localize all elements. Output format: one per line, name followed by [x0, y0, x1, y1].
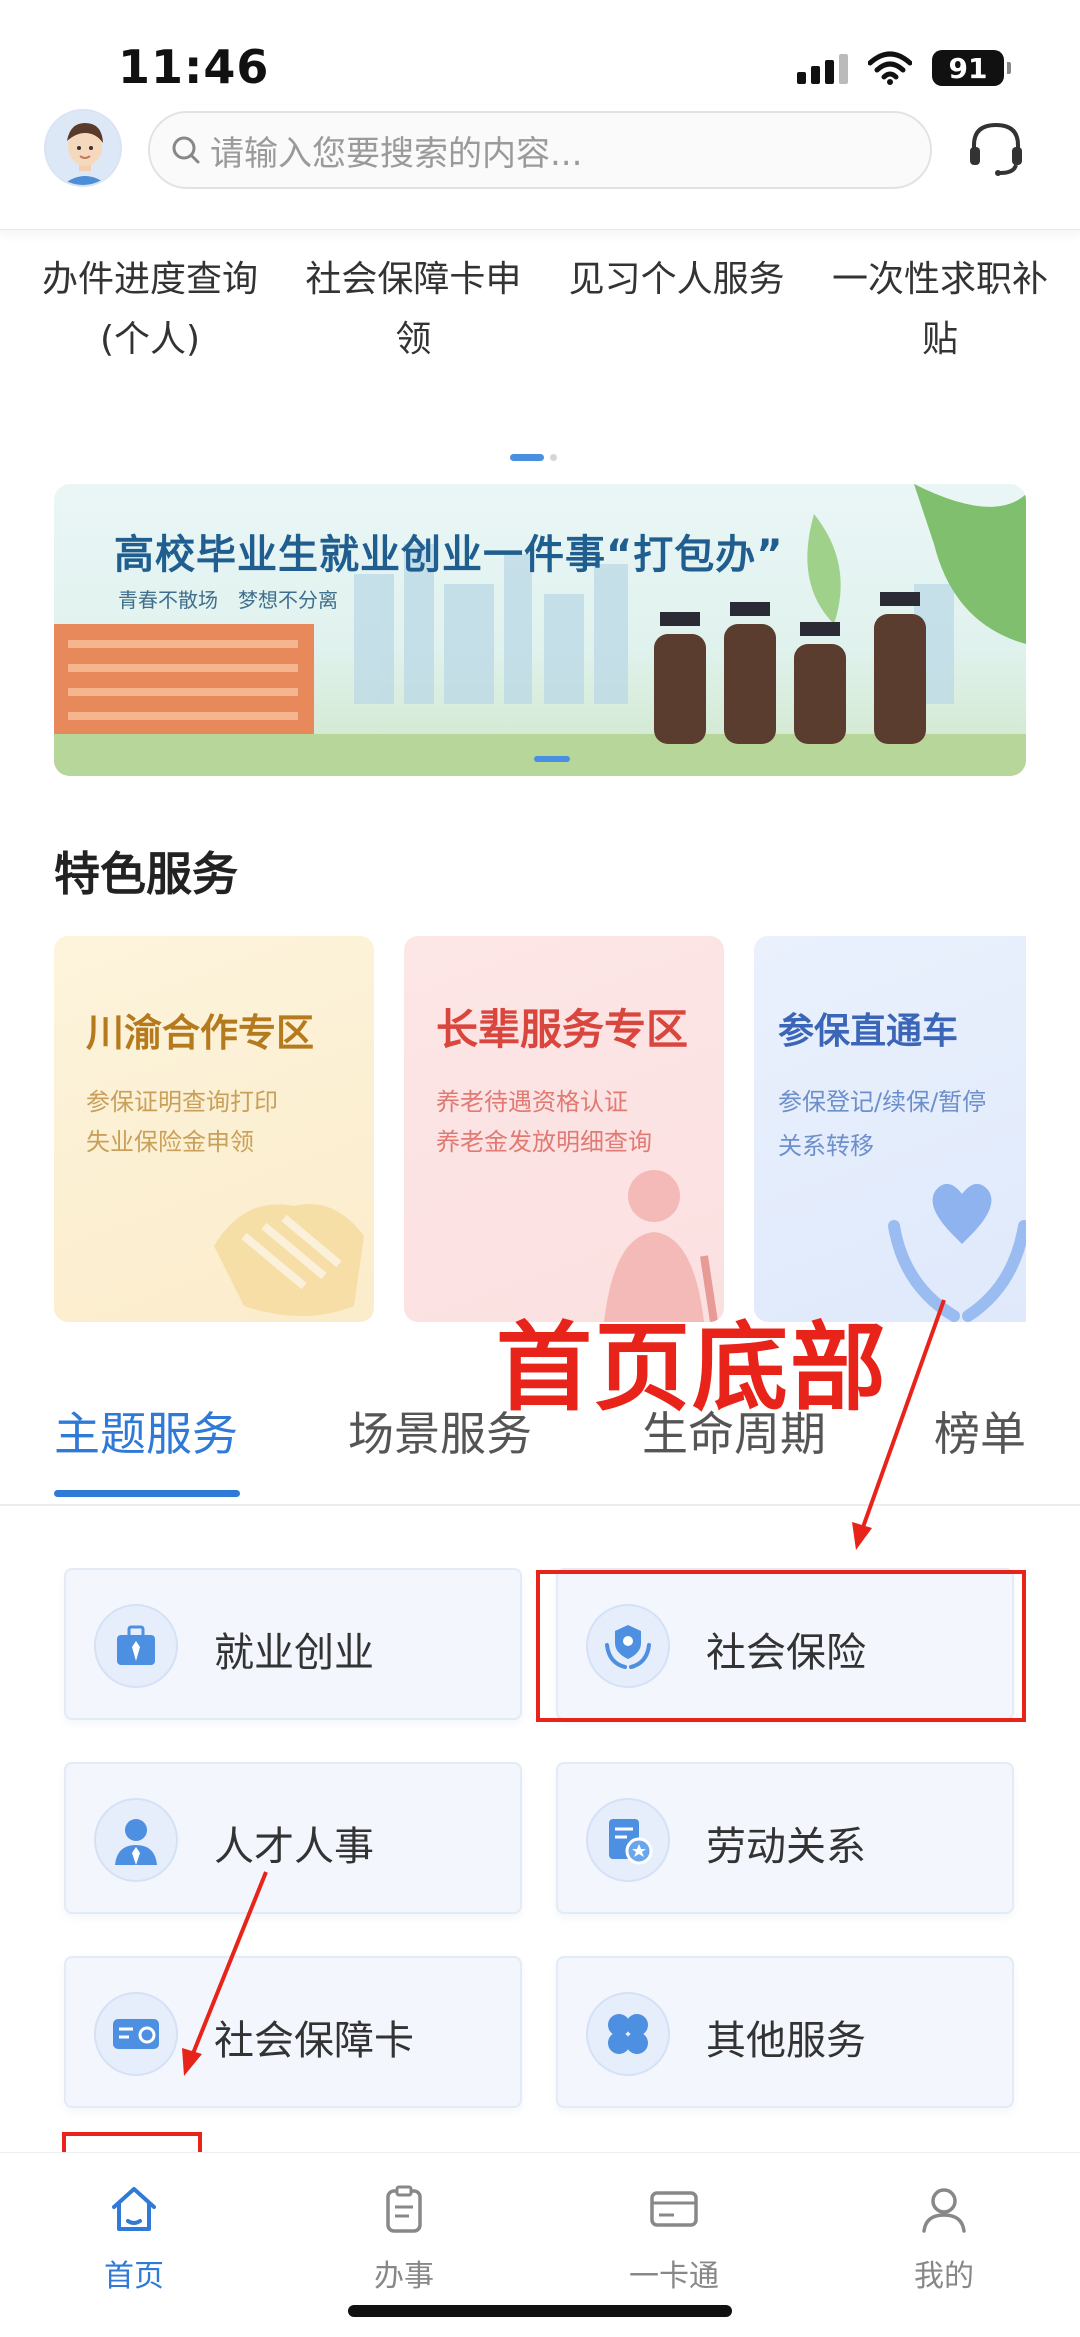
card-line: 关系转移 — [778, 1132, 874, 1160]
search-icon — [172, 136, 200, 164]
annotation-highlight-social-insurance — [536, 1570, 1026, 1722]
service-employment[interactable]: 就业创业 — [64, 1568, 522, 1720]
status-bar: 11:46 91 — [0, 0, 1080, 110]
quick-link-progress[interactable]: 办件进度查询(个人) — [40, 250, 260, 370]
nav-label: 我的 — [914, 2259, 974, 2294]
card-title: 川渝合作专区 — [86, 1011, 315, 1055]
clipboard-icon — [386, 2185, 422, 2233]
nav-label: 首页 — [104, 2259, 164, 2294]
home-indicator — [348, 2305, 732, 2317]
status-icons: 91 — [797, 50, 1011, 86]
quick-links-pager — [510, 454, 557, 461]
customer-service-icon[interactable] — [964, 115, 1028, 179]
nav-mine[interactable]: 我的 — [864, 2181, 1024, 2295]
person-tie-icon — [94, 1798, 178, 1882]
promo-banner[interactable]: 高校毕业生就业创业一件事“打包办” 青春不散场 梦想不分离 — [54, 484, 1026, 776]
featured-card-insurance-express[interactable]: 参保直通车 参保登记/续保/暂停 关系转移 — [754, 936, 1026, 1322]
person-icon — [922, 2188, 966, 2233]
clover-icon — [586, 1992, 670, 2076]
banner-title: 高校毕业生就业创业一件事“打包办” — [114, 532, 784, 578]
tab-theme-services[interactable]: 主题服务 — [54, 1398, 238, 1464]
status-time: 11:46 — [118, 40, 270, 94]
banner-subtitle: 青春不散场 梦想不分离 — [118, 588, 338, 612]
quick-link-job-subsidy[interactable]: 一次性求职补贴 — [830, 250, 1050, 370]
divider — [0, 1504, 1080, 1506]
card-line: 失业保险金申领 — [86, 1128, 254, 1156]
header: 请输入您要搜索的内容... — [0, 105, 1080, 230]
service-label: 人才人事 — [214, 1824, 374, 1870]
card-icon — [94, 1992, 178, 2076]
quick-link-internship[interactable]: 见习个人服务 — [567, 250, 787, 370]
service-other[interactable]: 其他服务 — [556, 1956, 1014, 2108]
quick-links: 办件进度查询(个人) 社会保障卡申领 见习个人服务 一次性求职补贴 — [40, 250, 1050, 370]
avatar[interactable] — [44, 109, 122, 187]
nav-services[interactable]: 办事 — [324, 2181, 484, 2295]
service-label: 其他服务 — [706, 2018, 866, 2064]
heart-hands-icon — [888, 1183, 1026, 1322]
search-input[interactable]: 请输入您要搜索的内容... — [148, 111, 932, 189]
battery-icon: 91 — [932, 50, 1011, 86]
card-title: 长辈服务专区 — [436, 1005, 689, 1054]
signal-icon — [797, 52, 848, 84]
card-title: 参保直通车 — [778, 1011, 959, 1052]
card-icon — [650, 2191, 698, 2227]
service-label: 社会保障卡 — [214, 2018, 414, 2064]
nav-home[interactable]: 首页 — [54, 2181, 214, 2295]
handshake-icon — [214, 1204, 364, 1316]
card-line: 参保证明查询打印 — [86, 1088, 278, 1116]
quick-link-social-card[interactable]: 社会保障卡申领 — [303, 250, 523, 370]
wifi-icon — [868, 51, 912, 85]
nav-label: 办事 — [374, 2259, 434, 2294]
nav-label: 一卡通 — [629, 2259, 719, 2294]
banner-pager — [534, 756, 570, 762]
service-labor-relations[interactable]: 劳动关系 — [556, 1762, 1014, 1914]
featured-card-chuanyu[interactable]: 川渝合作专区 参保证明查询打印 失业保险金申领 — [54, 936, 374, 1322]
document-badge-icon — [586, 1798, 670, 1882]
service-label: 就业创业 — [214, 1630, 374, 1676]
service-social-security-card[interactable]: 社会保障卡 — [64, 1956, 522, 2108]
featured-card-elderly[interactable]: 长辈服务专区 养老待遇资格认证 养老金发放明细查询 — [404, 936, 724, 1322]
service-tabs: 主题服务 场景服务 生命周期 榜单 — [54, 1398, 1080, 1508]
search-placeholder: 请输入您要搜索的内容... — [210, 133, 583, 174]
briefcase-icon — [94, 1604, 178, 1688]
card-line: 参保登记/续保/暂停 — [778, 1088, 987, 1116]
bottom-nav: 首页 办事 一卡通 我的 — [0, 2152, 1080, 2337]
tab-scene-services[interactable]: 场景服务 — [348, 1398, 532, 1464]
active-tab-indicator — [54, 1490, 240, 1497]
card-line: 养老待遇资格认证 — [436, 1088, 628, 1116]
featured-section-title: 特色服务 — [54, 847, 238, 901]
service-label: 劳动关系 — [706, 1824, 866, 1870]
home-icon — [112, 2187, 156, 2231]
tab-rankings[interactable]: 榜单 — [934, 1398, 1026, 1464]
service-talent[interactable]: 人才人事 — [64, 1762, 522, 1914]
nav-one-card[interactable]: 一卡通 — [594, 2181, 754, 2295]
tab-life-cycle[interactable]: 生命周期 — [642, 1398, 826, 1464]
